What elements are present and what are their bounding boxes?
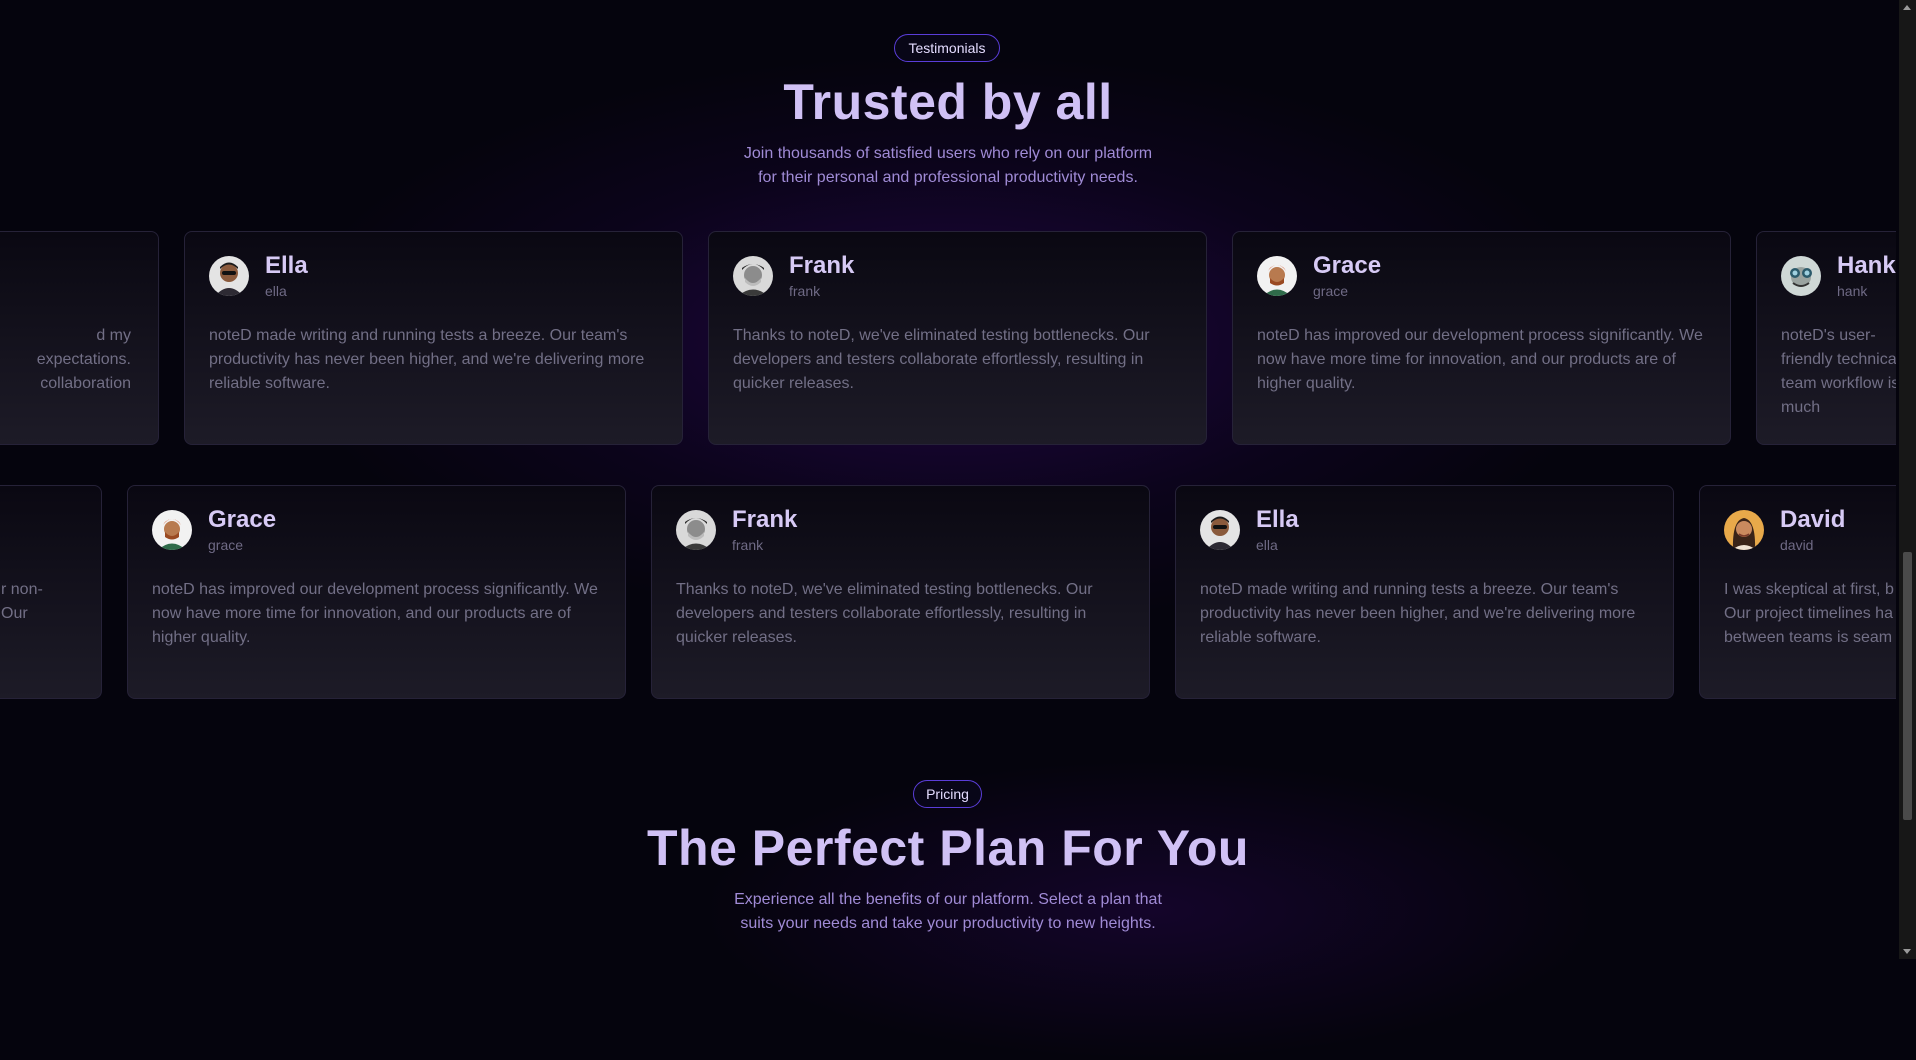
avatar-david	[1724, 510, 1764, 550]
avatar-grace	[1257, 256, 1297, 296]
avatar-frank	[676, 510, 716, 550]
testimonial-handle: ella	[1256, 537, 1278, 553]
scroll-down-arrow-icon[interactable]	[1903, 949, 1911, 954]
testimonial-row-1: d my expectations. collaboration Ella el…	[0, 231, 1896, 447]
testimonial-card-grace: Grace grace noteD has improved our devel…	[127, 485, 626, 699]
testimonials-title: Trusted by all	[783, 74, 1113, 130]
avatar-ella-icon	[209, 256, 249, 296]
testimonial-quote: d my expectations. collaboration	[36, 327, 131, 392]
testimonial-handle: grace	[1313, 283, 1349, 299]
pricing-subtitle: Experience all the benefits of our platf…	[640, 888, 1256, 936]
avatar-grace-icon	[152, 510, 192, 550]
avatar-frank-icon	[733, 256, 773, 296]
testimonials-badge: Testimonials	[894, 34, 1000, 62]
testimonial-card-david: David david I was skeptical at first, b …	[1699, 485, 1896, 699]
avatar-grace	[152, 510, 192, 550]
avatar-david-icon	[1724, 510, 1764, 550]
avatar-grace-icon	[1257, 256, 1297, 296]
testimonial-quote: Thanks to noteD, we've eliminated testin…	[676, 581, 1093, 646]
testimonial-name: Ella	[265, 252, 308, 279]
testimonial-quote: noteD has improved our development proce…	[152, 581, 598, 646]
testimonial-handle: grace	[208, 537, 244, 553]
testimonial-quote: noteD made writing and running tests a b…	[209, 327, 645, 392]
page-scrollbar[interactable]	[1899, 0, 1916, 959]
testimonial-quote: I was skeptical at first, b Our project …	[1724, 581, 1894, 646]
testimonial-quote: noteD's user-friendly technical team wor…	[1781, 327, 1896, 416]
scrollbar-thumb[interactable]	[1903, 552, 1912, 820]
avatar-ella-icon	[1200, 510, 1240, 550]
pricing-subtitle-line2: suits your needs and take your productiv…	[740, 915, 1156, 932]
testimonial-quote: Thanks to noteD, we've eliminated testin…	[733, 327, 1150, 392]
testimonial-card-ella: Ella ella noteD made writing and running…	[184, 231, 683, 445]
testimonials-subtitle-line1: Join thousands of satisfied users who re…	[743, 145, 1153, 162]
avatar-ella	[1200, 510, 1240, 550]
avatar-frank	[733, 256, 773, 296]
testimonial-name: Grace	[1313, 252, 1382, 279]
scroll-up-arrow-icon[interactable]	[1903, 5, 1911, 10]
testimonial-card: r non- Our	[0, 485, 102, 699]
testimonial-name: David	[1780, 506, 1846, 533]
testimonial-card-ella: Ella ella noteD made writing and running…	[1175, 485, 1674, 699]
testimonial-handle: frank	[732, 537, 764, 553]
pricing-title: The Perfect Plan For You	[647, 820, 1249, 876]
testimonial-handle: david	[1780, 537, 1814, 553]
testimonial-handle: frank	[789, 283, 821, 299]
avatar-hank-icon	[1781, 256, 1821, 296]
testimonial-quote: r non- Our	[1, 581, 43, 622]
testimonials-subtitle: Join thousands of satisfied users who re…	[640, 142, 1256, 190]
testimonial-quote: noteD made writing and running tests a b…	[1200, 581, 1636, 646]
testimonial-name: Hank	[1837, 252, 1896, 279]
avatar-ella	[209, 256, 249, 296]
testimonial-name: Ella	[1256, 506, 1299, 533]
testimonial-card-grace: Grace grace noteD has improved our devel…	[1232, 231, 1731, 445]
testimonial-handle: ella	[265, 283, 287, 299]
testimonial-card-frank: Frank frank Thanks to noteD, we've elimi…	[651, 485, 1150, 699]
pricing-badge: Pricing	[913, 780, 982, 808]
testimonials-subtitle-line2: for their personal and professional prod…	[758, 169, 1138, 186]
testimonial-name: Frank	[789, 252, 855, 279]
testimonial-row-2: r non- Our Grace grace noteD has improve…	[0, 485, 1896, 701]
avatar-frank-icon	[676, 510, 716, 550]
testimonial-name: Frank	[732, 506, 798, 533]
testimonial-card-frank: Frank frank Thanks to noteD, we've elimi…	[708, 231, 1207, 445]
avatar-hank	[1781, 256, 1821, 296]
testimonial-card-hank: Hank hank noteD's user-friendly technica…	[1756, 231, 1896, 445]
testimonial-quote: noteD has improved our development proce…	[1257, 327, 1703, 392]
testimonial-card: d my expectations. collaboration	[0, 231, 159, 445]
testimonial-name: Grace	[208, 506, 277, 533]
pricing-subtitle-line1: Experience all the benefits of our platf…	[734, 891, 1162, 908]
testimonial-handle: hank	[1837, 283, 1868, 299]
